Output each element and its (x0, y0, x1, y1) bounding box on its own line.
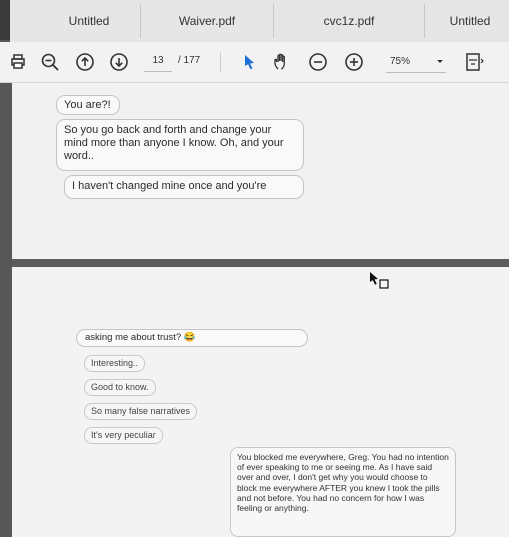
fit-page-icon[interactable] (462, 50, 486, 74)
message-bubble: So you go back and forth and change your… (56, 119, 304, 171)
tab-cvc1z[interactable]: cvc1z.pdf (274, 4, 425, 38)
tab-untitled-2[interactable]: Untitled (425, 4, 509, 38)
tab-label: Untitled (449, 14, 491, 28)
chevron-down-icon (436, 57, 444, 68)
reply-text: Interesting.. (91, 358, 139, 368)
reply-chip: So many false narratives (84, 403, 198, 420)
reply-text: Good to know. (91, 382, 149, 392)
message-text: So you go back and forth and change your… (64, 124, 284, 162)
arrow-up-icon[interactable] (73, 50, 97, 74)
zoom-select[interactable]: 75% (386, 54, 446, 73)
screen-frame: Untitled Waiver.pdf cvc1z.pdf Untitled 1… (0, 0, 509, 537)
message-text: I haven't changed mine once and you're (72, 180, 267, 192)
message-bubble: I haven't changed mine once and you're (64, 175, 304, 199)
message-bubble: asking me about trust? 😂 (76, 329, 308, 347)
page-divider (12, 259, 509, 267)
minus-circle-icon[interactable] (306, 50, 330, 74)
page-total-label: / 177 (178, 55, 201, 66)
left-edge-strip (0, 40, 12, 537)
pdf-toolbar: 13 / 177 75% (0, 42, 509, 83)
reply-chip: Interesting.. (84, 355, 146, 372)
tab-label: Waiver.pdf (178, 14, 236, 28)
tab-bar: Untitled Waiver.pdf cvc1z.pdf Untitled (10, 0, 509, 43)
reply-text: It's very peculiar (91, 430, 156, 440)
message-bubble: You are?! (56, 95, 120, 115)
zoom-value: 75% (390, 56, 411, 67)
toolbar-divider (220, 52, 221, 72)
pdf-page-lower: asking me about trust? 😂 Interesting.. G… (12, 267, 509, 537)
tab-label: Untitled (68, 14, 110, 28)
mouse-cursor-icon (370, 272, 389, 289)
message-text: asking me about trust? 😂 (85, 332, 196, 343)
pdf-page-upper: You are?! So you go back and forth and c… (12, 83, 509, 259)
tab-label: cvc1z.pdf (323, 14, 375, 28)
reply-chip: Good to know. (84, 379, 156, 396)
printer-icon[interactable] (6, 50, 30, 74)
page-number-input[interactable]: 13 (144, 55, 172, 72)
plus-circle-icon[interactable] (342, 50, 366, 74)
zoom-out-icon[interactable] (38, 50, 62, 74)
tab-waiver[interactable]: Waiver.pdf (141, 4, 274, 38)
long-reply-bubble: You blocked me everywhere, Greg. You had… (230, 447, 456, 537)
tab-untitled-1[interactable]: Untitled (38, 4, 141, 38)
reply-chip: It's very peculiar (84, 427, 163, 444)
message-text: You are?! (64, 99, 111, 111)
reply-text: So many false narratives (91, 406, 191, 416)
hand-icon[interactable] (270, 50, 294, 74)
arrow-down-icon[interactable] (107, 50, 131, 74)
cursor-arrow-icon[interactable] (238, 50, 262, 74)
long-reply-text: You blocked me everywhere, Greg. You had… (237, 452, 449, 514)
